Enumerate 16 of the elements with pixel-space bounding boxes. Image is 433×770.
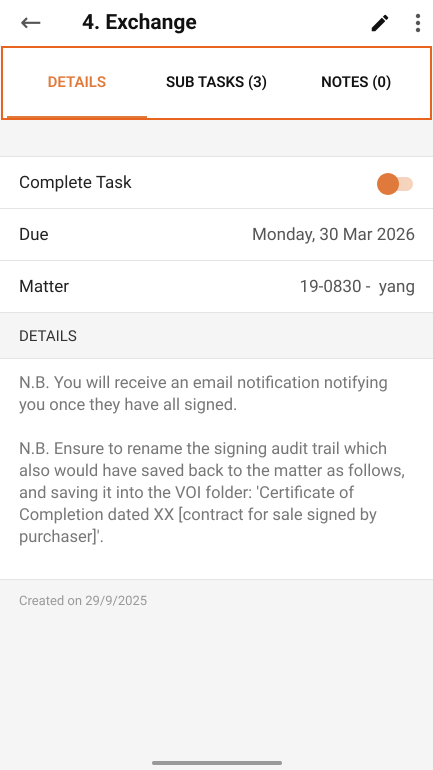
edit-icon[interactable] (369, 12, 391, 34)
details-paragraph: N.B. Ensure to rename the signing audit trail which also would have saved back to the matter as follows, and saving it into the VOI folder: 'Certificate of Completion dated XX [contract for sale signed by purchaser]'. (19, 439, 406, 549)
row-label: Matter (19, 276, 69, 296)
row-value: Monday, 30 Mar 2026 (252, 224, 415, 244)
row-value: 19-0830 - yang (300, 276, 415, 296)
tab[interactable]: SUB TASKS (3) (146, 48, 286, 118)
toggle-switch[interactable] (377, 172, 413, 192)
more-icon[interactable] (415, 13, 421, 33)
section-header: DETAILS (19, 326, 77, 344)
page-title: 4. Exchange (82, 11, 198, 35)
tab[interactable]: NOTES (0) (286, 48, 426, 118)
created-date: Created on 29/9/2025 (19, 594, 148, 609)
row-label: Due (19, 224, 49, 244)
back-button[interactable]: ← (20, 10, 46, 36)
details-paragraph: N.B. You will receive an email notification notifying you once they have all signed. (19, 373, 389, 417)
row-label: Complete Task (19, 172, 132, 192)
